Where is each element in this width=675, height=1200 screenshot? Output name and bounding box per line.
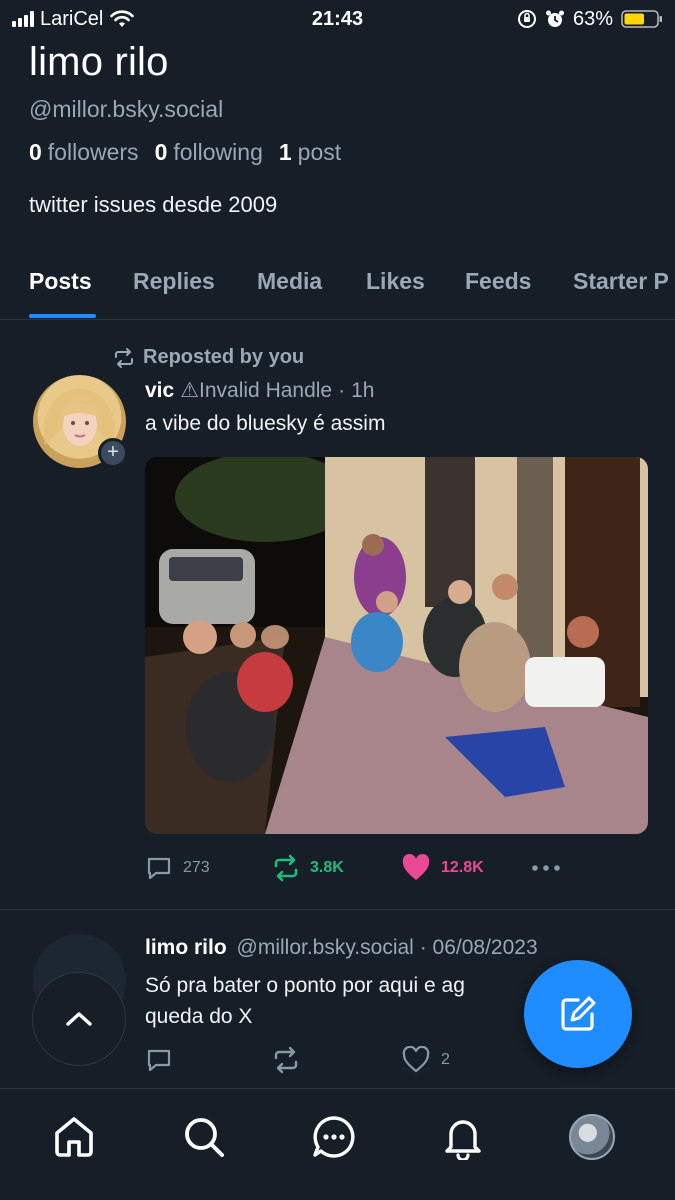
wifi-icon [110,10,135,27]
posts-count: 1 post [278,139,342,165]
repost-icon [274,1046,298,1074]
chevron-up-icon [66,1012,92,1026]
compose-icon [561,996,596,1031]
post-image[interactable] [145,457,648,834]
repost-icon [115,347,133,368]
reply-icon [147,1049,171,1072]
street-photo [145,457,648,834]
repost-button[interactable] [272,1046,300,1074]
profile-avatar [569,1114,615,1160]
carrier-label: LariCel [40,7,104,30]
search-icon [185,1118,224,1157]
post-author-line: vic ⚠Invalid Handle · 1h [145,378,374,403]
separator: · [419,936,427,959]
chat-icon [313,1116,355,1158]
repost-count: 3.8K [310,859,344,876]
reply-icon [147,857,171,880]
profile-handle: @millor.bsky.social [29,96,224,122]
following-link[interactable]: 0 following [155,139,263,166]
bottom-nav [0,1088,675,1200]
profile-name: limo rilo [29,40,169,84]
home-icon [55,1117,93,1157]
tab-feeds[interactable]: Feeds [465,268,531,295]
battery-percent: 63% [572,7,613,30]
post-divider [0,909,675,910]
bell-icon [445,1120,481,1160]
reply-button[interactable]: 273 [145,854,210,882]
scroll-to-top-button[interactable] [32,972,126,1066]
nav-chat[interactable] [310,1113,358,1161]
post-time[interactable]: 1h [351,379,374,403]
followers-link[interactable]: 0 followers [29,139,139,166]
author-name[interactable]: limo rilo [145,936,227,959]
nav-notifications[interactable] [439,1113,487,1161]
like-button[interactable]: 12.8K [401,854,484,882]
more-options-button[interactable] [530,854,562,882]
tab-posts[interactable]: Posts [29,268,92,295]
author-avatar[interactable]: + [33,375,128,468]
battery-icon [621,10,662,28]
post-text[interactable]: a vibe do bluesky é assim [145,412,385,436]
repost-indicator[interactable]: Reposted by you [113,346,304,369]
alarm-icon [545,10,564,27]
author-name[interactable]: vic [145,379,174,403]
reply-button[interactable] [145,1046,173,1074]
like-count: 12.8K [441,859,484,876]
active-tab-indicator [29,314,96,318]
orientation-lock-icon [517,10,536,28]
heart-icon [402,1046,430,1073]
follow-plus-icon[interactable]: + [98,438,128,468]
like-button[interactable]: 2 [401,1046,450,1074]
repost-button[interactable]: 3.8K [272,854,344,882]
separator: · [338,378,346,402]
nav-home[interactable] [50,1113,98,1161]
profile-stats: 0 followers 0 following 1 post [29,139,341,166]
tab-starter-packs[interactable]: Starter P [573,268,669,295]
profile-bio: twitter issues desde 2009 [29,192,278,217]
tab-replies[interactable]: Replies [133,268,215,295]
heart-filled-icon [402,854,430,880]
nav-search[interactable] [180,1113,228,1161]
repost-label: Reposted by you [143,346,305,368]
signal-icon [12,11,34,27]
compose-button[interactable] [524,960,632,1068]
like-count: 2 [441,1051,450,1068]
tab-media[interactable]: Media [257,268,322,295]
author-handle[interactable]: @millor.bsky.social [237,936,414,959]
post-author-line: limo rilo @millor.bsky.social · 06/08/20… [145,936,538,960]
status-bar: LariCel 21:43 63% [0,0,675,38]
reply-count: 273 [183,859,210,876]
author-handle[interactable]: ⚠Invalid Handle [180,378,332,403]
nav-profile[interactable] [568,1113,616,1161]
ellipsis-icon [532,865,560,871]
repost-icon [274,854,298,882]
profile-tabs: Posts Replies Media Likes Feeds Starter … [0,256,675,320]
post-time[interactable]: 06/08/2023 [433,936,538,959]
tab-likes[interactable]: Likes [366,268,425,295]
